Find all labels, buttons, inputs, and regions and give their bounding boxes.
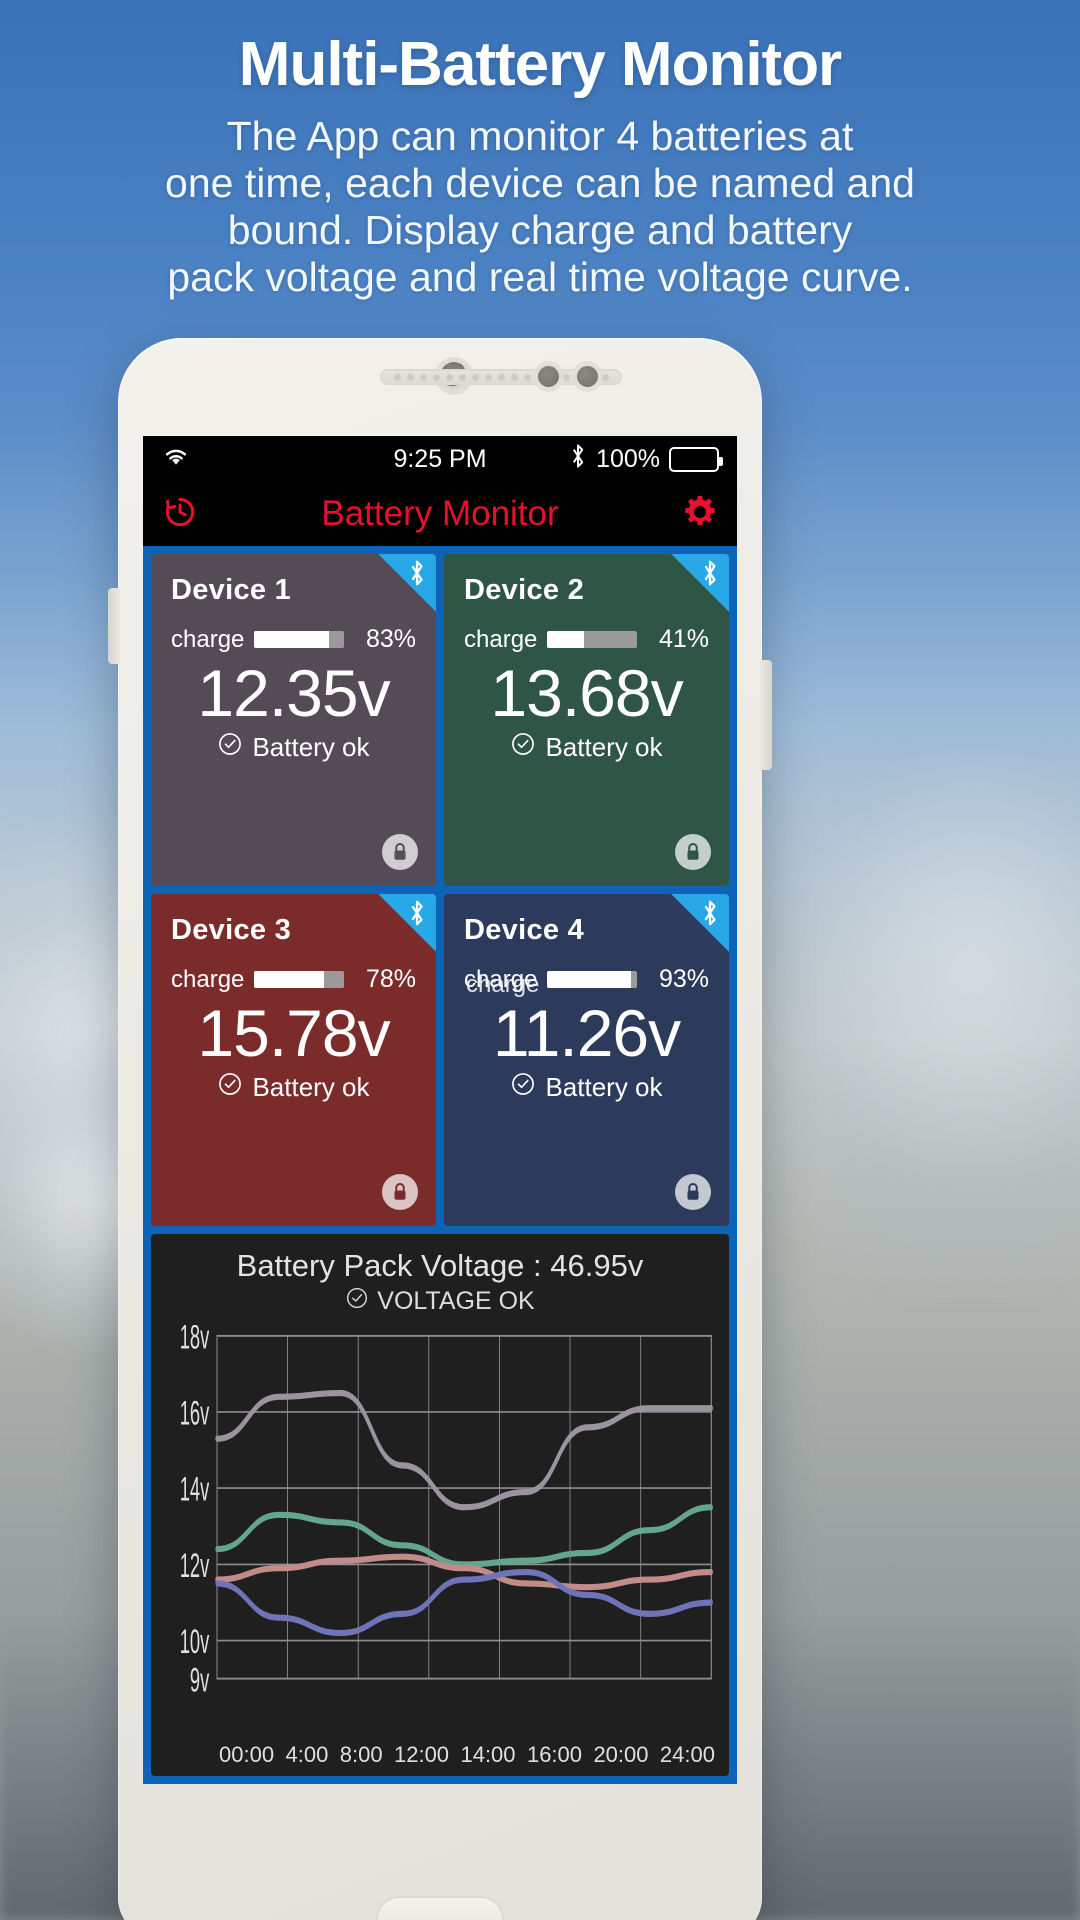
check-circle-icon	[510, 731, 536, 764]
promo-text-block: Multi-Battery Monitor The App can monito…	[0, 0, 1080, 301]
x-tick-label: 12:00	[393, 1742, 450, 1767]
x-tick-label: 14:00	[460, 1742, 516, 1767]
charge-progress-bar	[254, 631, 344, 648]
check-circle-icon	[217, 731, 243, 764]
charge-progress-bar	[254, 971, 344, 988]
battery-percent-label: 100%	[596, 444, 660, 473]
phone-mockup: 9:25 PM 100% Battery Monitor Device 1 ch…	[108, 338, 772, 1920]
x-tick-label: 16:00	[526, 1742, 583, 1767]
status-text: Battery ok	[252, 1072, 370, 1103]
voltage-value: 15.78v	[197, 996, 390, 1070]
charge-row: charge charge 93%	[464, 965, 709, 998]
status-text: Battery ok	[545, 732, 663, 763]
promo-title: Multi-Battery Monitor	[238, 30, 842, 99]
charge-label: charge charge	[464, 965, 540, 998]
svg-text:9v: 9v	[190, 1660, 210, 1699]
svg-text:14v: 14v	[180, 1470, 210, 1509]
promo-line-2: one time, each device can be named and	[165, 160, 915, 207]
lock-icon[interactable]	[382, 834, 418, 870]
status-row: Battery ok	[464, 1071, 709, 1104]
phone-volume-button	[108, 588, 120, 664]
voltage-value: 13.68v	[490, 656, 683, 730]
status-row: Battery ok	[171, 731, 416, 764]
charge-label: charge	[171, 625, 245, 653]
battery-icon	[669, 446, 723, 472]
x-tick-label: 8:00	[339, 1742, 383, 1767]
svg-text:10v: 10v	[180, 1622, 210, 1661]
promo-line-1: The App can monitor 4 batteries at	[226, 113, 854, 160]
check-circle-icon	[510, 1071, 536, 1104]
charge-percent: 93%	[658, 965, 709, 993]
charge-row: charge 83%	[171, 625, 416, 654]
bluetooth-icon	[407, 558, 427, 596]
svg-text:16v: 16v	[180, 1393, 210, 1432]
bluetooth-icon	[700, 898, 720, 936]
status-text: Battery ok	[252, 732, 370, 763]
light-sensor-icon	[577, 366, 598, 387]
charge-progress-bar	[547, 971, 637, 988]
promo-line-4: pack voltage and real time voltage curve…	[167, 254, 913, 301]
svg-text:18v: 18v	[180, 1325, 210, 1356]
status-bar: 9:25 PM 100%	[143, 436, 737, 482]
bluetooth-icon	[700, 558, 720, 596]
phone-power-button	[760, 660, 772, 770]
charge-progress-bar	[547, 631, 637, 648]
chart-plot-area: 18v 16v 14v 12v 10v 9v	[161, 1325, 719, 1740]
app-content: Device 1 charge 83% 12.35v Battery ok De…	[143, 546, 737, 1784]
voltage-value: 12.35v	[197, 656, 390, 730]
device-card-4[interactable]: Device 4 charge charge 93% 11.26v Battery…	[444, 894, 729, 1226]
lock-icon[interactable]	[382, 1174, 418, 1210]
charge-label: charge	[464, 625, 538, 653]
device-card-1[interactable]: Device 1 charge 83% 12.35v Battery ok	[151, 554, 436, 886]
bluetooth-icon	[407, 898, 427, 936]
charge-label: charge	[171, 965, 245, 993]
chart-title: Battery Pack Voltage : 46.95v	[236, 1248, 644, 1283]
page-title: Battery Monitor	[321, 494, 559, 533]
x-tick-label: 00:00	[219, 1742, 275, 1767]
x-tick-label: 24:00	[659, 1742, 715, 1767]
promo-subtitle: The App can monitor 4 batteries at one t…	[0, 113, 1080, 301]
chart-x-axis-labels: 00:00 4:00 8:00 12:00 14:00 16:00 20:00 24:00	[161, 1740, 719, 1768]
gear-icon[interactable]	[681, 493, 719, 536]
charge-label-duplicate: charge	[466, 970, 540, 998]
app-bar: Battery Monitor	[143, 482, 737, 546]
proximity-sensor-icon	[538, 366, 559, 387]
phone-screen: 9:25 PM 100% Battery Monitor Device 1 ch…	[143, 436, 737, 1784]
device-card-2[interactable]: Device 2 charge 41% 13.68v Battery ok	[444, 554, 729, 886]
status-text: Battery ok	[545, 1072, 663, 1103]
promo-line-3: bound. Display charge and battery	[227, 207, 853, 254]
status-row: Battery ok	[171, 1071, 416, 1104]
device-grid: Device 1 charge 83% 12.35v Battery ok De…	[151, 554, 729, 1226]
status-row: Battery ok	[464, 731, 709, 764]
chart-svg: 18v 16v 14v 12v 10v9v	[180, 1325, 713, 1699]
chart-status-text: VOLTAGE OK	[377, 1287, 535, 1315]
charge-percent: 83%	[365, 625, 416, 653]
charge-percent: 78%	[365, 965, 416, 993]
check-circle-icon	[217, 1071, 243, 1104]
charge-row: charge 78%	[171, 965, 416, 994]
chart-status: VOLTAGE OK	[161, 1286, 719, 1317]
charge-percent: 41%	[658, 625, 709, 653]
x-tick-label: 4:00	[285, 1742, 329, 1767]
device-card-3[interactable]: Device 3 charge 78% 15.78v Battery ok	[151, 894, 436, 1226]
svg-text:12v: 12v	[180, 1546, 210, 1585]
voltage-value: 11.26v	[492, 996, 681, 1070]
check-circle-icon	[345, 1286, 369, 1317]
background-blur-right	[720, 760, 1080, 1280]
bluetooth-icon	[569, 442, 587, 477]
voltage-chart-panel: Battery Pack Voltage : 46.95v VOLTAGE OK…	[151, 1234, 729, 1776]
x-tick-label: 20:00	[593, 1742, 649, 1767]
lock-icon[interactable]	[675, 1174, 711, 1210]
lock-icon[interactable]	[675, 834, 711, 870]
home-button[interactable]	[376, 1896, 504, 1920]
charge-row: charge 41%	[464, 625, 709, 654]
history-icon[interactable]	[161, 493, 199, 536]
